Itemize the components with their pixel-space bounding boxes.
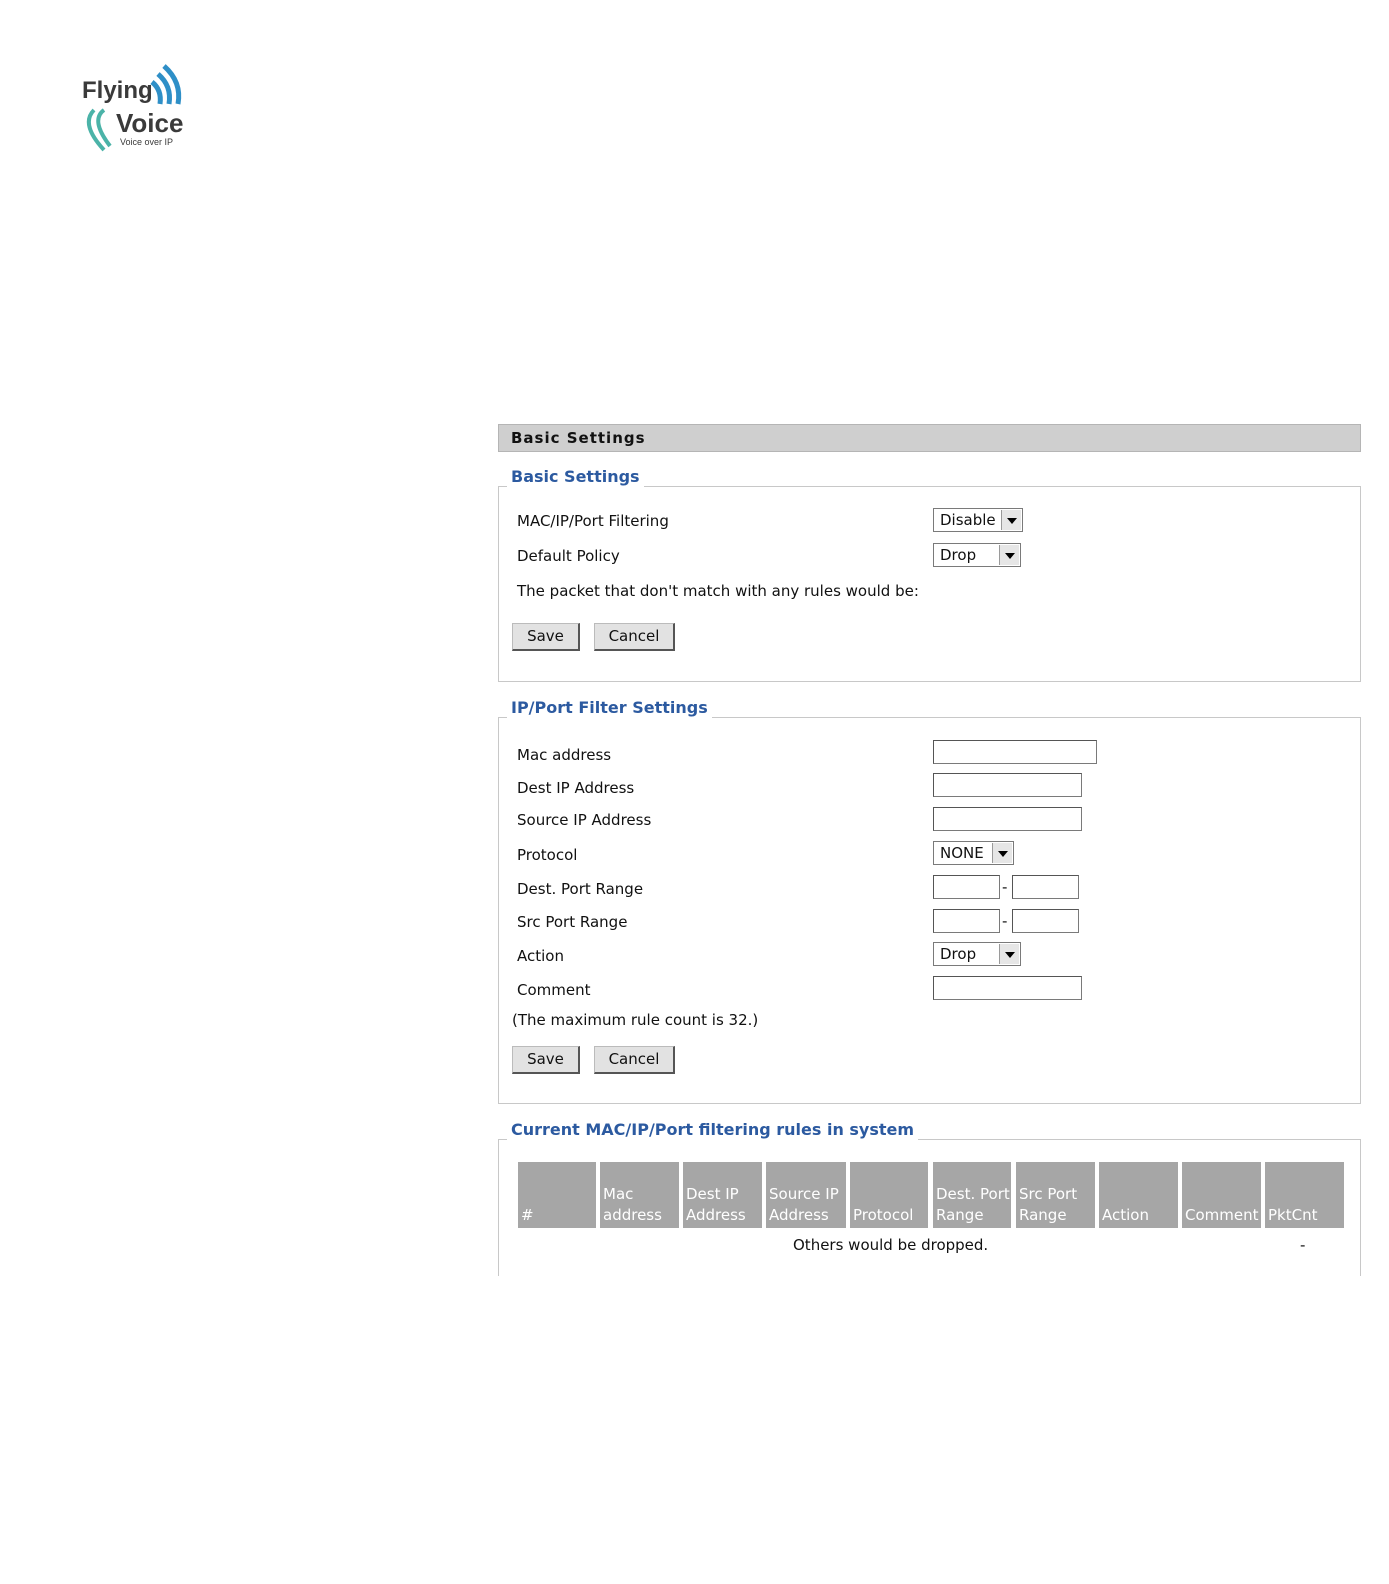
- comment-label: Comment: [517, 981, 591, 999]
- chevron-down-icon: [1001, 510, 1021, 530]
- chevron-down-icon: [999, 545, 1019, 565]
- source-ip-label: Source IP Address: [517, 811, 652, 829]
- column-header-protocol: Protocol: [850, 1162, 928, 1228]
- policy-note: The packet that don't match with any rul…: [517, 582, 919, 600]
- basic-settings-legend: Basic Settings: [507, 467, 644, 487]
- column-header-comment: Comment: [1182, 1162, 1261, 1228]
- dest-ip-input[interactable]: [933, 773, 1082, 797]
- page-section-header: Basic Settings: [498, 424, 1361, 452]
- save-button[interactable]: Save: [512, 623, 580, 651]
- default-rule-text: Others would be dropped.: [793, 1236, 989, 1254]
- source-ip-input[interactable]: [933, 807, 1082, 831]
- default-rule-pktcnt: -: [1300, 1236, 1306, 1254]
- range-separator: -: [1002, 912, 1008, 930]
- column-header-pktcnt: PktCnt: [1265, 1162, 1344, 1228]
- rules-fieldset: Current MAC/IP/Port filtering rules in s…: [498, 1120, 1361, 1276]
- mac-address-label: Mac address: [517, 746, 612, 764]
- chevron-down-icon: [999, 944, 1019, 964]
- src-port-range-label: Src Port Range: [517, 913, 628, 931]
- column-header-number: #: [518, 1162, 596, 1228]
- default-policy-label: Default Policy: [517, 547, 620, 565]
- dest-ip-label: Dest IP Address: [517, 779, 635, 797]
- range-separator: -: [1002, 878, 1008, 896]
- cancel-button[interactable]: Cancel: [594, 1046, 675, 1074]
- dest-port-end-input[interactable]: [1012, 875, 1079, 899]
- save-button[interactable]: Save: [512, 1046, 580, 1074]
- src-port-end-input[interactable]: [1012, 909, 1079, 933]
- src-port-start-input[interactable]: [933, 909, 1000, 933]
- dest-port-start-input[interactable]: [933, 875, 1000, 899]
- chevron-down-icon: [992, 843, 1012, 863]
- svg-text:Voice: Voice: [116, 108, 183, 138]
- rules-legend: Current MAC/IP/Port filtering rules in s…: [507, 1120, 919, 1140]
- column-header-action: Action: [1099, 1162, 1178, 1228]
- column-header-dest-ip: Dest IP Address: [683, 1162, 762, 1228]
- comment-input[interactable]: [933, 976, 1082, 1000]
- basic-settings-fieldset: Basic Settings MAC/IP/Port Filtering Dis…: [498, 467, 1361, 682]
- mac-address-input[interactable]: [933, 740, 1097, 764]
- filter-settings-fieldset: IP/Port Filter Settings Mac address Dest…: [498, 698, 1361, 1104]
- protocol-label: Protocol: [517, 846, 578, 864]
- column-header-src-port: Src Port Range: [1016, 1162, 1095, 1228]
- cancel-button[interactable]: Cancel: [594, 623, 675, 651]
- column-header-mac: Mac address: [600, 1162, 679, 1228]
- default-policy-select[interactable]: Drop: [933, 543, 1021, 567]
- filter-settings-legend: IP/Port Filter Settings: [507, 698, 712, 718]
- column-header-dest-port: Dest. Port Range: [933, 1162, 1011, 1228]
- action-label: Action: [517, 947, 564, 965]
- filtering-select[interactable]: Disable: [933, 508, 1023, 532]
- svg-text:Flying: Flying: [82, 77, 153, 104]
- dest-port-range-label: Dest. Port Range: [517, 880, 644, 898]
- column-header-source-ip: Source IP Address: [766, 1162, 846, 1228]
- svg-text:Voice over IP: Voice over IP: [120, 137, 173, 147]
- protocol-select[interactable]: NONE: [933, 841, 1014, 865]
- max-rule-note: (The maximum rule count is 32.): [512, 1011, 759, 1029]
- action-select[interactable]: Drop: [933, 942, 1021, 966]
- filtering-label: MAC/IP/Port Filtering: [517, 512, 669, 530]
- flying-voice-logo: Flying Voice Voice over IP: [80, 60, 190, 155]
